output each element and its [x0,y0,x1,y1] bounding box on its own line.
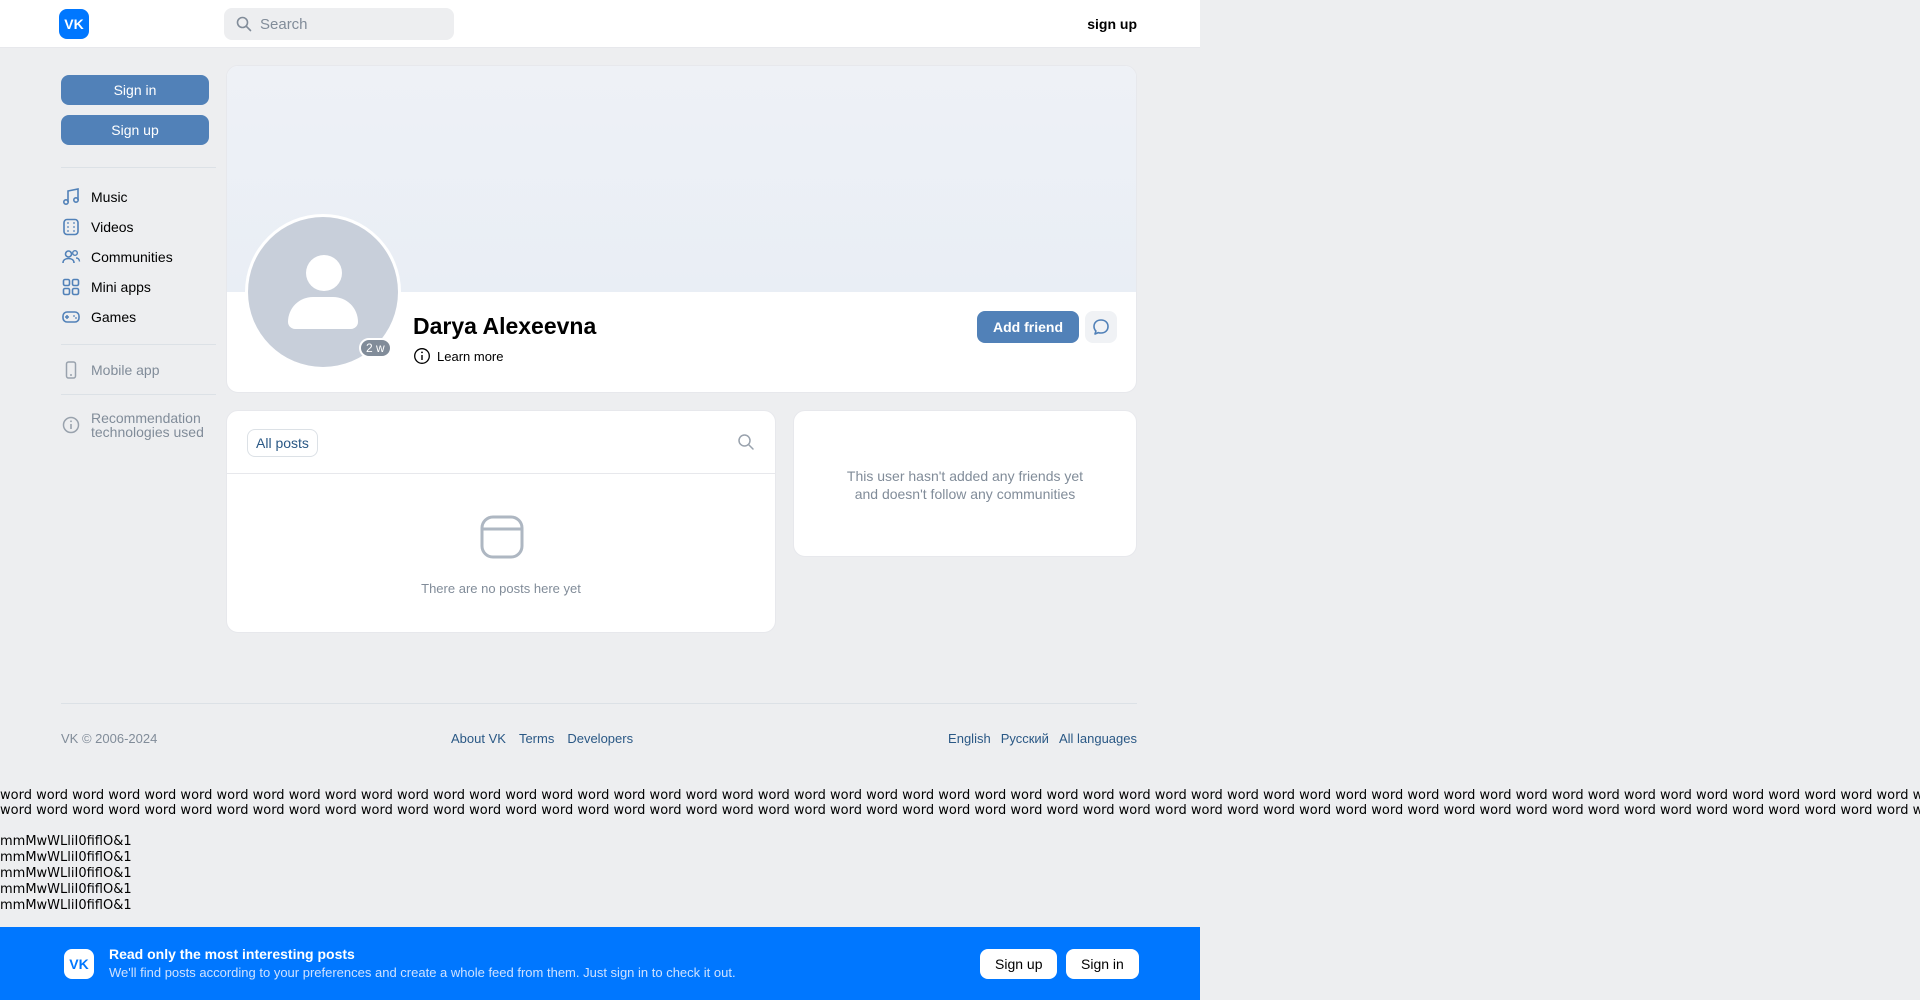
footer-languages: English Русский All languages [948,731,1137,746]
phone-icon [65,361,77,379]
sidebar-item-mobile-app[interactable]: Mobile app [61,357,160,383]
glyph-line: mmMwWLliI0fiflO&1 [0,882,132,897]
info-icon [62,416,80,434]
no-friends-message: This user hasn't added any friends yet a… [794,467,1136,503]
top-header: VK sign up [0,0,1200,48]
sidebar-item-mini-apps[interactable]: Mini apps [61,274,151,300]
filler-text: word word word word word word word word … [0,788,1920,818]
footer-links: About VK Terms Developers [451,731,633,746]
no-posts-message: There are no posts here yet [421,581,581,596]
glyph-test-lines: mmMwWLliI0fiflO&1 mmMwWLliI0fiflO&1 mmMw… [0,834,132,914]
sidebar-item-label: Mini apps [91,279,151,295]
empty-feed-icon [480,515,524,559]
learn-more-link[interactable]: Learn more [413,347,503,365]
language-russian[interactable]: Русский [1001,731,1049,746]
sidebar-sign-up-button[interactable]: Sign up [61,115,209,145]
recommendation-label-line2: technologies used [91,424,204,440]
banner-subtitle: We'll find posts according to your prefe… [109,965,736,980]
sidebar-item-label: Music [91,189,128,205]
message-button[interactable] [1085,311,1117,343]
search-input[interactable] [260,15,440,33]
posts-card: All posts There are no posts here yet [226,410,776,633]
footer-copyright: VK © 2006-2024 [61,731,158,746]
sidebar-item-communities[interactable]: Communities [61,244,173,270]
sidebar-divider [61,394,216,395]
footer-link-terms[interactable]: Terms [519,731,554,746]
footer-link-developers[interactable]: Developers [567,731,633,746]
sidebar-divider [61,344,216,345]
sidebar-item-music[interactable]: Music [61,184,128,210]
sidebar-item-videos[interactable]: Videos [61,214,134,240]
search-box[interactable] [224,8,454,40]
glyph-line: mmMwWLliI0fiflO&1 [0,866,132,881]
tab-all-posts[interactable]: All posts [247,429,318,457]
header-signup-link[interactable]: sign up [1087,16,1137,32]
sidebar-item-label: Videos [91,219,134,235]
sidebar-divider [61,167,216,168]
mini-apps-icon [62,278,80,296]
sidebar-item-label: Communities [91,249,173,265]
posts-divider [227,473,775,474]
glyph-line: mmMwWLliI0fiflO&1 [0,898,132,913]
last-seen-badge: 2 w [359,338,392,358]
gamepad-icon [62,311,80,323]
vk-logo[interactable]: VK [59,9,89,39]
no-friends-line2: and doesn't follow any communities [854,486,1076,502]
banner-title: Read only the most interesting posts [109,946,355,962]
sidebar-item-recommendations[interactable]: Recommendation technologies used [61,408,204,442]
learn-more-label: Learn more [437,348,504,364]
no-friends-line1: This user hasn't added any friends yet [846,468,1084,484]
filler-line: word word word word word word word word … [0,803,1920,818]
sidebar-item-label: Mobile app [91,362,160,378]
sidebar-sign-in-button[interactable]: Sign in [61,75,209,105]
glyph-line: mmMwWLliI0fiflO&1 [0,834,132,849]
profile-card: 2 w Darya Alexeevna Learn more Add frien… [226,65,1137,393]
banner-sign-in-button[interactable]: Sign in [1066,949,1139,979]
glyph-line: mmMwWLliI0fiflO&1 [0,850,132,865]
banner-sign-up-button[interactable]: Sign up [980,949,1058,979]
video-icon [63,218,79,236]
footer-link-about[interactable]: About VK [451,731,506,746]
add-friend-button[interactable]: Add friend [977,311,1079,343]
language-english[interactable]: English [948,731,991,746]
communities-icon [62,250,81,264]
music-icon [62,188,80,206]
search-icon[interactable] [737,433,755,451]
message-icon [1093,319,1109,335]
recommendation-label-line1: Recommendation [91,410,201,426]
search-icon [236,16,252,32]
friends-card: This user hasn't added any friends yet a… [793,410,1137,557]
info-icon [414,348,430,364]
sidebar-item-label: Games [91,309,137,325]
filler-line: word word word word word word word word … [0,788,1920,803]
vk-logo: VK [64,949,94,979]
sidebar-item-games[interactable]: Games [61,304,136,330]
footer-divider [61,703,1137,704]
signin-promo-banner: VK Read only the most interesting posts … [0,927,1200,1000]
all-languages-link[interactable]: All languages [1059,731,1137,746]
profile-name: Darya Alexeevna [413,313,597,339]
